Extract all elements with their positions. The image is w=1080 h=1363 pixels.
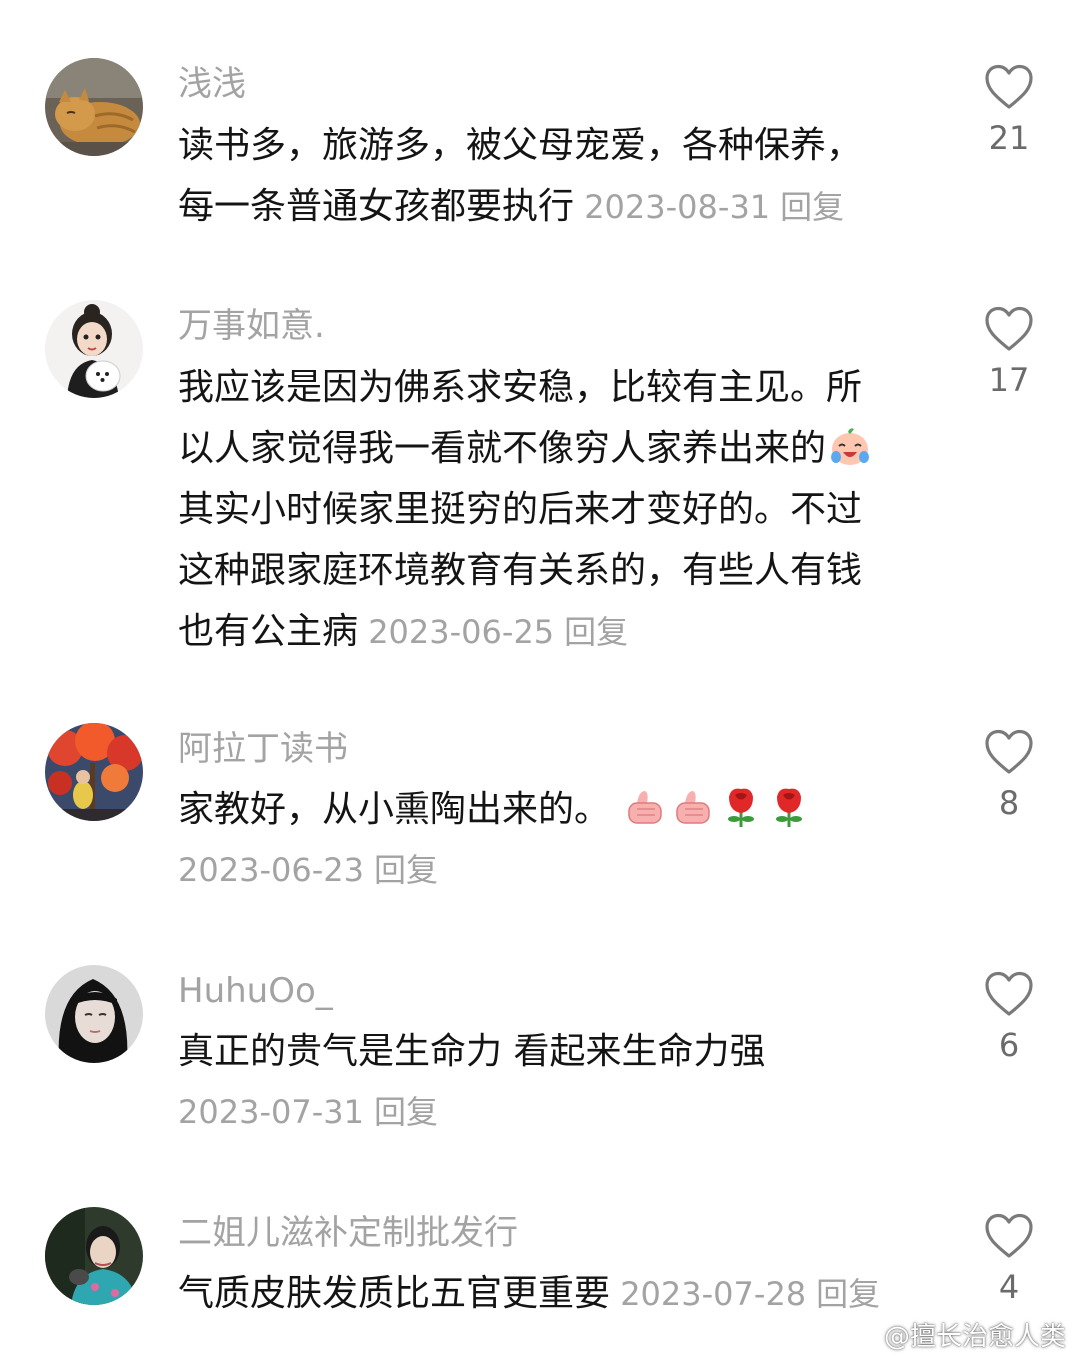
like-count: 8 — [998, 784, 1020, 822]
laughing-crying-emoji-icon — [831, 428, 870, 465]
watermark: @擅长治愈人类 — [848, 1316, 1066, 1353]
rose-emoji-icon — [776, 788, 803, 827]
comment-line: 我应该是因为佛系求安稳，比较有主见。所 — [178, 367, 863, 408]
comment-text: 我应该是因为佛系求安稳，比较有主见。所 以人家觉得我一看就不像穷人家养出来的 其… — [178, 357, 918, 663]
red-tree-avatar-icon[interactable] — [45, 723, 143, 821]
username[interactable]: 浅浅 — [178, 64, 246, 104]
comment-meta: 2023-06-23 回复 — [178, 840, 918, 901]
heart-outline-icon — [985, 1213, 1033, 1258]
username[interactable]: 二姐儿滋补定制批发行 — [178, 1213, 518, 1253]
thumbs-up-emoji-icon — [676, 791, 711, 824]
comment-meta: 2023-07-28 回复 — [610, 1275, 880, 1313]
heart-outline-icon — [985, 306, 1033, 351]
comment-line: 真正的贵气是生命力 看起来生命力强 — [178, 1031, 766, 1072]
comment-meta: 2023-07-31 回复 — [178, 1082, 918, 1143]
like-count: 6 — [998, 1026, 1020, 1064]
comment-meta: 2023-06-25 回复 — [358, 613, 628, 651]
username[interactable]: HuhuOo_ — [178, 971, 333, 1011]
like-button[interactable]: 4 — [975, 1213, 1043, 1307]
dark-hair-girl-avatar-icon[interactable] — [45, 965, 143, 1063]
like-count: 17 — [988, 361, 1030, 399]
comment-line: 以人家觉得我一看就不像穷人家养出来的 — [178, 428, 827, 469]
thumbs-up-emoji-icon — [628, 791, 663, 824]
reply-button[interactable]: 回复 — [564, 613, 628, 651]
comment-meta: 2023-08-31 回复 — [574, 188, 844, 226]
comment-line: 气质皮肤发质比五官更重要 — [178, 1273, 611, 1314]
heart-outline-icon — [985, 729, 1033, 774]
comment-line: 其实小时候家里挺穷的后来才变好的。不过 — [178, 489, 863, 530]
comment-line: 家教好，从小熏陶出来的。 — [178, 789, 611, 830]
weibo-logo-icon — [848, 1326, 880, 1351]
comment-text: 气质皮肤发质比五官更重要 2023-07-28 回复 — [178, 1263, 918, 1325]
reply-button[interactable]: 回复 — [816, 1275, 880, 1313]
username[interactable]: 阿拉丁读书 — [178, 729, 348, 769]
like-count: 21 — [988, 119, 1030, 157]
username[interactable]: 万事如意. — [178, 306, 325, 346]
comment-date: 2023-07-31 — [178, 1093, 364, 1131]
like-button[interactable]: 17 — [975, 306, 1043, 400]
cat-avatar-icon[interactable] — [45, 58, 143, 156]
comment-date: 2023-06-25 — [368, 613, 555, 651]
watermark-text: @擅长治愈人类 — [883, 1322, 1066, 1352]
comment-text: 读书多，旅游多，被父母宠爱，各种保养， 每一条普通女孩都要执行 2023-08-… — [178, 115, 918, 238]
like-count: 4 — [998, 1268, 1020, 1306]
comment-date: 2023-08-31 — [584, 188, 771, 226]
comment-line: 读书多，旅游多，被父母宠爱，各种保养， — [178, 125, 863, 166]
comment-line: 也有公主病 — [178, 611, 359, 652]
heart-outline-icon — [985, 64, 1033, 109]
comment-text: 真正的贵气是生命力 看起来生命力强 2023-07-31 回复 — [178, 1021, 918, 1143]
comment-text: 家教好，从小熏陶出来的。 2023-06-23 回复 — [178, 779, 918, 901]
comment-line: 这种跟家庭环境教育有关系的，有些人有钱 — [178, 550, 863, 591]
reply-button[interactable]: 回复 — [374, 1093, 438, 1131]
like-button[interactable]: 6 — [975, 971, 1043, 1065]
reply-button[interactable]: 回复 — [780, 188, 844, 226]
comment-date: 2023-07-28 — [620, 1275, 807, 1313]
comment-line: 每一条普通女孩都要执行 — [178, 186, 575, 227]
heart-outline-icon — [985, 971, 1033, 1016]
like-button[interactable]: 21 — [975, 64, 1043, 158]
like-button[interactable]: 8 — [975, 729, 1043, 823]
girl-with-dog-avatar-icon[interactable] — [45, 300, 143, 398]
comment-date: 2023-06-23 — [178, 851, 364, 889]
rose-emoji-icon — [728, 788, 755, 827]
qipao-woman-avatar-icon[interactable] — [45, 1207, 143, 1305]
reply-button[interactable]: 回复 — [374, 851, 438, 889]
